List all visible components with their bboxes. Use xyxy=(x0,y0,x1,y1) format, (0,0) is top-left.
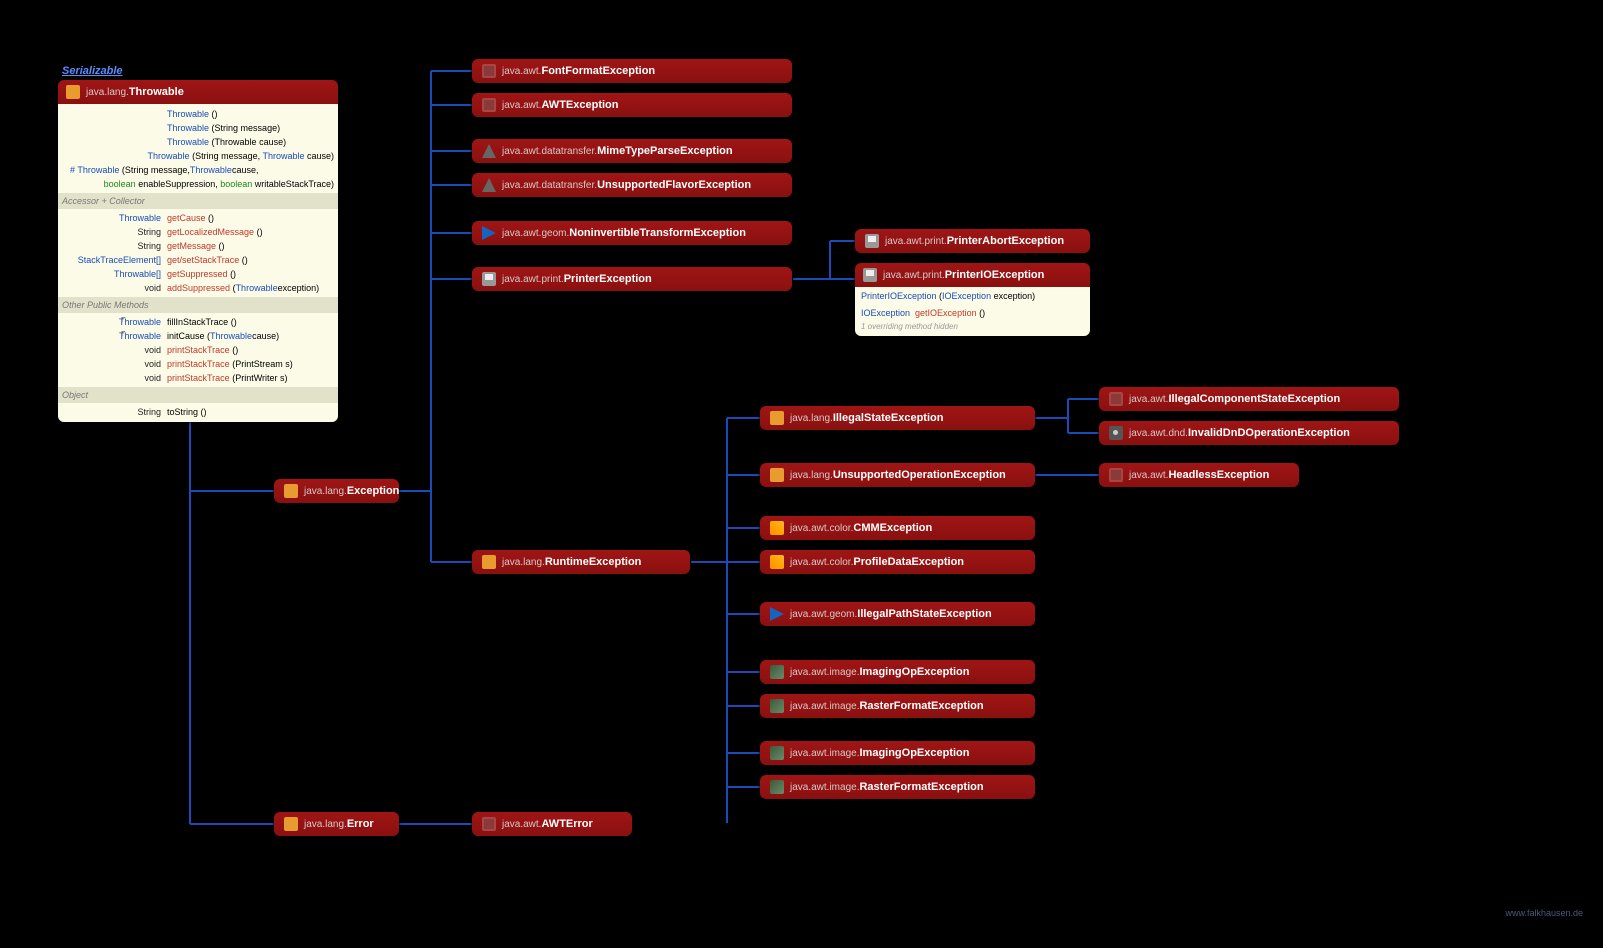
image-icon xyxy=(770,746,784,760)
cmm-node[interactable]: java.awt.color.CMMException xyxy=(760,516,1035,540)
imagingop2-node[interactable]: java.awt.image.ImagingOpException xyxy=(760,741,1035,765)
java-lang-icon xyxy=(482,555,496,569)
print-icon xyxy=(865,234,879,248)
serializable-link[interactable]: Serializable xyxy=(62,65,123,77)
datatransfer-icon xyxy=(482,178,496,192)
imagingop1-node[interactable]: java.awt.image.ImagingOpException xyxy=(760,660,1035,684)
awterror-node[interactable]: java.awt.AWTError xyxy=(472,812,632,836)
java-awt-icon xyxy=(1109,468,1123,482)
java-awt-icon xyxy=(482,98,496,112)
java-lang-icon xyxy=(66,85,80,99)
illegalcomp-node[interactable]: java.awt.IllegalComponentStateException xyxy=(1099,387,1399,411)
throwable-class-box: java.lang.Throwable Throwable () Throwab… xyxy=(58,80,338,422)
profiledata-node[interactable]: java.awt.color.ProfileDataException xyxy=(760,550,1035,574)
throwable-header[interactable]: java.lang.Throwable xyxy=(58,80,338,104)
printerabort-node[interactable]: java.awt.print.PrinterAbortException xyxy=(855,229,1090,253)
watermark: www.falkhausen.de xyxy=(1505,908,1583,918)
image-icon xyxy=(770,780,784,794)
rasterformat1-node[interactable]: java.awt.image.RasterFormatException xyxy=(760,694,1035,718)
runtime-node[interactable]: java.lang.RuntimeException xyxy=(472,550,690,574)
java-lang-icon xyxy=(284,484,298,498)
noninv-node[interactable]: java.awt.geom.NoninvertibleTransformExce… xyxy=(472,221,792,245)
exception-node[interactable]: java.lang.Exception xyxy=(274,479,399,503)
rasterformat2-node[interactable]: java.awt.image.RasterFormatException xyxy=(760,775,1035,799)
printerio-details: PrinterIOException (IOException exceptio… xyxy=(855,287,1090,336)
java-awt-icon xyxy=(1109,392,1123,406)
java-lang-icon xyxy=(284,817,298,831)
geom-icon xyxy=(482,226,496,240)
color-icon xyxy=(770,521,784,535)
color-icon xyxy=(770,555,784,569)
fontformat-node[interactable]: java.awt.FontFormatException xyxy=(472,59,792,83)
printerio-node[interactable]: java.awt.print.PrinterIOException Printe… xyxy=(855,263,1090,336)
java-lang-icon xyxy=(770,468,784,482)
dnd-icon xyxy=(1109,426,1123,440)
unsflavor-node[interactable]: java.awt.datatransfer.UnsupportedFlavorE… xyxy=(472,173,792,197)
java-awt-icon xyxy=(482,817,496,831)
print-icon xyxy=(863,268,877,282)
throwable-details: Throwable () Throwable (String message) … xyxy=(58,104,338,422)
invaliddnd-node[interactable]: java.awt.dnd.InvalidDnDOperationExceptio… xyxy=(1099,421,1399,445)
illegalpath-node[interactable]: java.awt.geom.IllegalPathStateException xyxy=(760,602,1035,626)
mimetype-node[interactable]: java.awt.datatransfer.MimeTypeParseExcep… xyxy=(472,139,792,163)
headless-node[interactable]: java.awt.HeadlessException xyxy=(1099,463,1299,487)
datatransfer-icon xyxy=(482,144,496,158)
illegalstate-node[interactable]: java.lang.IllegalStateException xyxy=(760,406,1035,430)
printerex-node[interactable]: java.awt.print.PrinterException xyxy=(472,267,792,291)
java-lang-icon xyxy=(770,411,784,425)
image-icon xyxy=(770,699,784,713)
geom-icon xyxy=(770,607,784,621)
java-awt-icon xyxy=(482,64,496,78)
error-node[interactable]: java.lang.Error xyxy=(274,812,399,836)
print-icon xyxy=(482,272,496,286)
unsupop-node[interactable]: java.lang.UnsupportedOperationException xyxy=(760,463,1035,487)
awtexception-node[interactable]: java.awt.AWTException xyxy=(472,93,792,117)
image-icon xyxy=(770,665,784,679)
